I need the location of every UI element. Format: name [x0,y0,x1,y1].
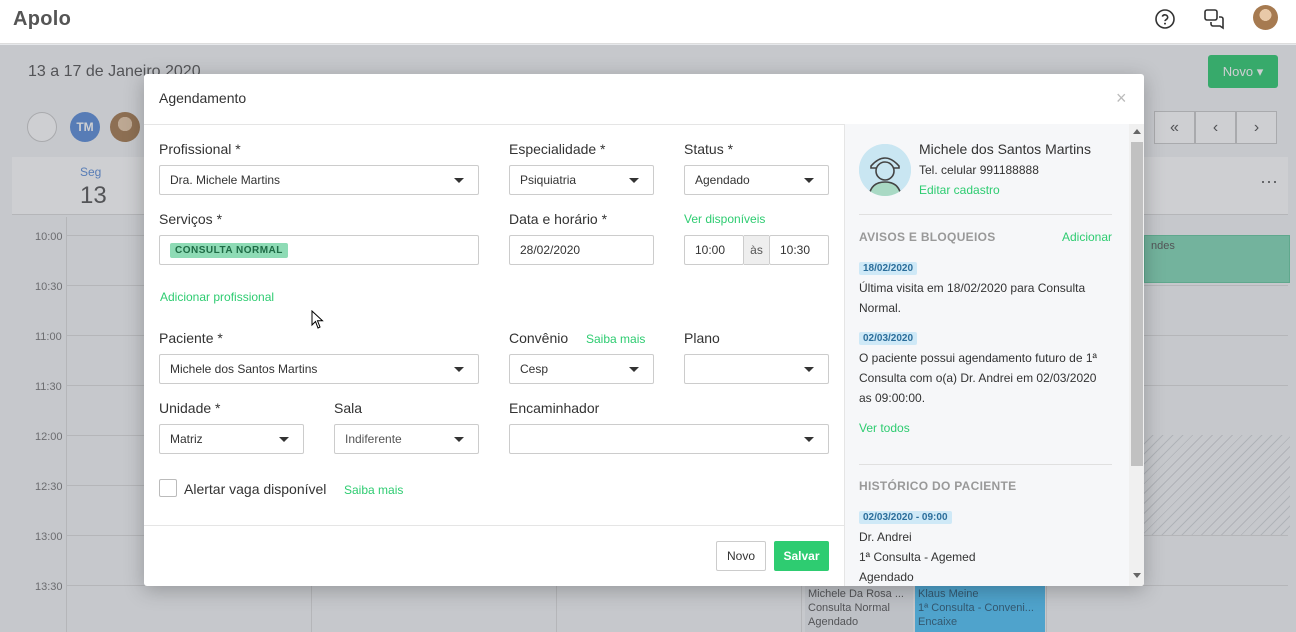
date-input[interactable]: 28/02/2020 [509,235,654,265]
user-avatar[interactable] [1253,5,1278,30]
aviso-date-badge: 02/03/2020 [859,332,918,345]
end-time-value: 10:30 [780,243,811,257]
historico-service: 1ª Consulta - Agemed [859,550,976,564]
aviso-text: Última visita em 18/02/2020 para Consult… [859,281,1086,315]
chevron-down-icon [804,437,814,442]
top-navbar: Apolo [0,0,1296,44]
patient-panel: Michele dos Santos Martins Tel. celular … [844,124,1144,586]
scrollbar-thumb[interactable] [1131,142,1143,466]
scroll-up-icon[interactable] [1133,129,1141,134]
status-select[interactable]: Agendado [684,165,829,195]
alertar-vaga-label[interactable]: Alertar vaga disponível [184,481,326,497]
divider [144,124,844,125]
novo-button[interactable]: Novo [716,541,766,571]
paciente-value: Michele dos Santos Martins [170,362,318,376]
especialidade-select[interactable]: Psiquiatria [509,165,654,195]
chevron-down-icon [629,178,639,183]
status-value: Agendado [695,173,750,187]
unidade-value: Matriz [170,432,203,446]
paciente-label: Paciente * [159,330,223,346]
status-label: Status * [684,141,734,157]
convenio-saiba-mais-link[interactable]: Saiba mais [586,332,645,346]
chevron-down-icon [629,367,639,372]
historico-date-badge: 02/03/2020 - 09:00 [859,511,952,524]
start-time-value: 10:00 [695,243,726,257]
service-tag[interactable]: CONSULTA NORMAL [170,242,288,258]
time-separator: às [744,235,769,265]
divider [144,525,844,526]
sala-select[interactable]: Indiferente [334,424,479,454]
agendamento-modal: Agendamento × Profissional * Dra. Michel… [144,74,1144,586]
historico-heading: HISTÓRICO DO PACIENTE [859,479,1017,493]
chevron-down-icon [454,178,464,183]
modal-title: Agendamento [159,90,247,106]
app-logo[interactable]: Apolo [13,8,71,31]
especialidade-label: Especialidade * [509,141,606,157]
start-time-input[interactable]: 10:00 [684,235,744,265]
data-horario-label: Data e horário * [509,211,608,227]
help-circle-icon[interactable] [1153,7,1177,31]
unidade-label: Unidade * [159,400,221,416]
historico-doctor: Dr. Andrei [859,530,912,544]
servicos-label: Serviços * [159,211,223,227]
salvar-button[interactable]: Salvar [774,541,829,571]
chat-bubbles-icon[interactable] [1202,7,1226,31]
patient-avatar-icon [859,144,911,196]
divider [859,464,1112,465]
unidade-select[interactable]: Matriz [159,424,304,454]
alertar-vaga-checkbox[interactable] [159,479,177,497]
plano-select[interactable] [684,354,829,384]
ver-disponiveis-link[interactable]: Ver disponíveis [684,212,765,226]
convenio-select[interactable]: Cesp [509,354,654,384]
convenio-label: Convênio [509,330,569,346]
mouse-cursor-icon [311,309,325,333]
adicionar-profissional-link[interactable]: Adicionar profissional [160,290,274,304]
end-time-input[interactable]: 10:30 [769,235,829,265]
profissional-select[interactable]: Dra. Michele Martins [159,165,479,195]
patient-name: Michele dos Santos Martins [919,141,1091,157]
encaminhador-select[interactable] [509,424,829,454]
close-icon[interactable]: × [1116,88,1127,109]
divider [859,214,1112,215]
servicos-input[interactable]: CONSULTA NORMAL [159,235,479,265]
sala-label: Sala [334,400,363,416]
patient-phone: Tel. celular 991188888 [919,163,1039,177]
aviso-text: O paciente possui agendamento futuro de … [859,351,1097,405]
profissional-value: Dra. Michele Martins [170,173,281,187]
editar-cadastro-link[interactable]: Editar cadastro [919,183,1000,197]
date-value: 28/02/2020 [520,243,581,257]
especialidade-value: Psiquiatria [520,173,577,187]
avisos-heading: AVISOS E BLOQUEIOS [859,230,996,244]
historico-status: Agendado [859,570,914,584]
convenio-value: Cesp [520,362,549,376]
chevron-down-icon [804,367,814,372]
aviso-date-badge: 18/02/2020 [859,262,918,275]
alertar-saiba-mais-link[interactable]: Saiba mais [344,483,403,497]
profissional-label: Profissional * [159,141,241,157]
chevron-down-icon [804,178,814,183]
encaminhador-label: Encaminhador [509,400,600,416]
paciente-select[interactable]: Michele dos Santos Martins [159,354,479,384]
scroll-down-icon[interactable] [1133,573,1141,578]
chevron-down-icon [454,367,464,372]
chevron-down-icon [454,437,464,442]
avisos-adicionar-link[interactable]: Adicionar [1062,230,1112,244]
chevron-down-icon [279,437,289,442]
plano-label: Plano [684,330,720,346]
ver-todos-link[interactable]: Ver todos [859,421,910,435]
sala-value: Indiferente [345,432,402,446]
